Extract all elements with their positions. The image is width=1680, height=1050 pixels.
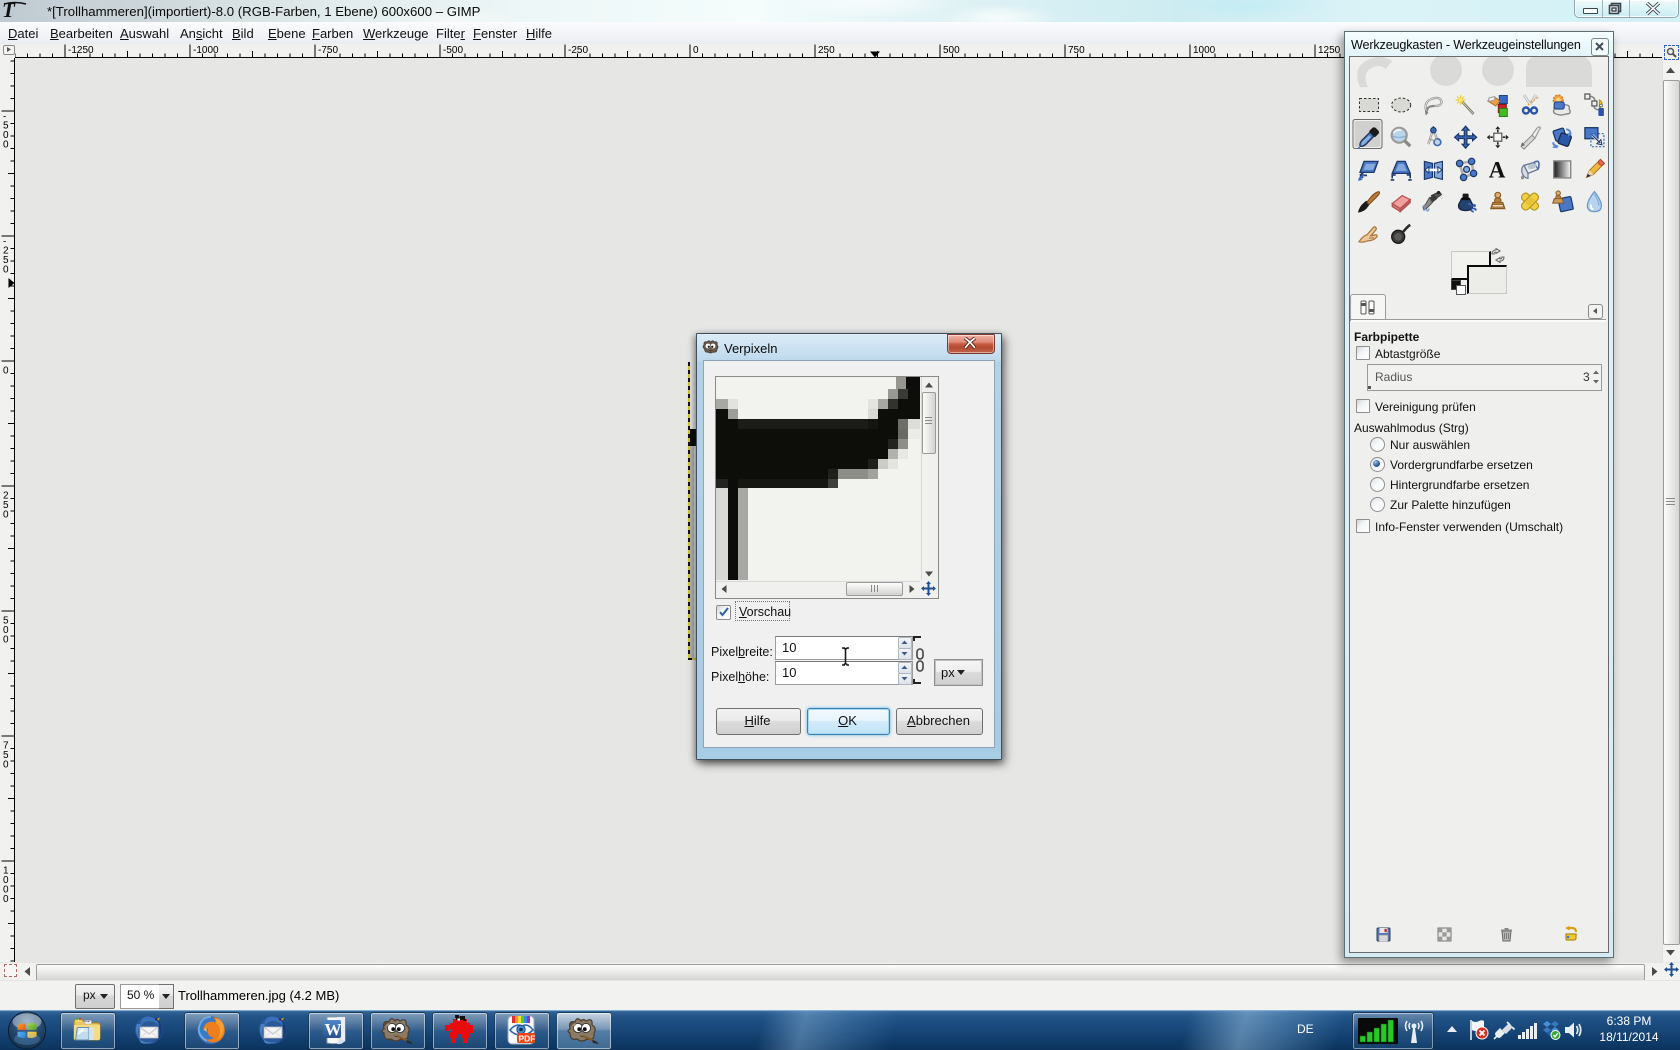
svg-text:W: W: [325, 1020, 342, 1039]
svg-text:0: 0: [3, 265, 9, 276]
svg-text:0: 0: [3, 635, 9, 646]
svg-text:0: 0: [3, 760, 9, 771]
svg-text:500: 500: [943, 45, 960, 56]
svg-text:-250: -250: [568, 45, 588, 56]
svg-text:750: 750: [1068, 45, 1085, 56]
svg-text:-750: -750: [318, 45, 338, 56]
svg-text:1250: 1250: [1318, 45, 1341, 56]
svg-text:0: 0: [3, 140, 9, 151]
svg-text:1000: 1000: [1193, 45, 1216, 56]
svg-text:0: 0: [3, 510, 9, 521]
svg-text:-500: -500: [443, 45, 463, 56]
svg-text:250: 250: [818, 45, 835, 56]
svg-text:0: 0: [3, 894, 9, 905]
svg-text:-1250: -1250: [68, 45, 94, 56]
svg-text:PDF: PDF: [519, 1034, 536, 1044]
svg-text:0: 0: [693, 45, 699, 56]
svg-text:A: A: [1489, 157, 1506, 182]
svg-text:-1000: -1000: [193, 45, 219, 56]
svg-text:0: 0: [3, 366, 9, 377]
